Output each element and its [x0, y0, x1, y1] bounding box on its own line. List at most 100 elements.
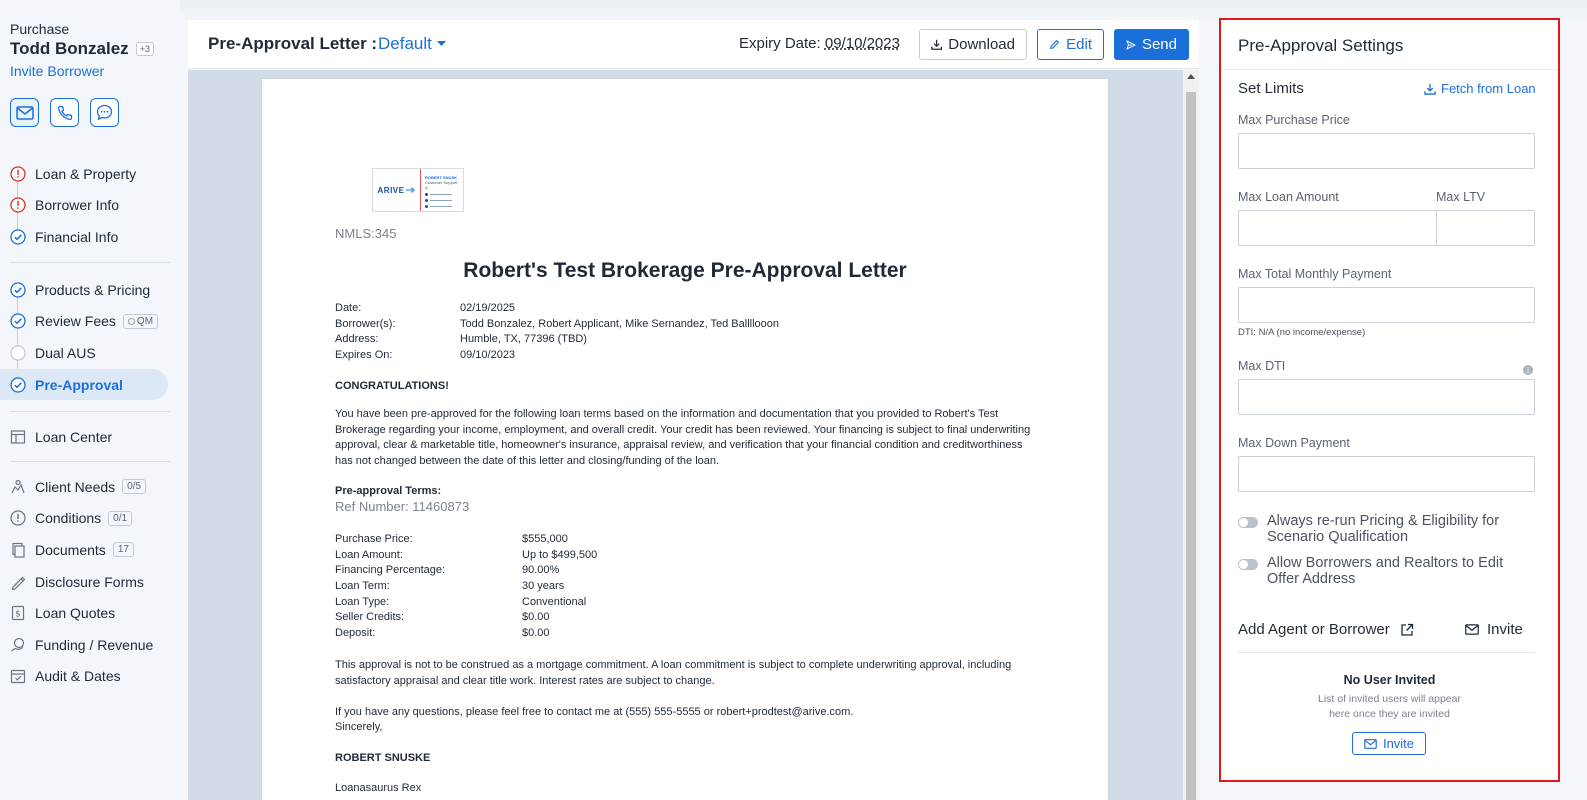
info-key: Date:: [335, 302, 362, 314]
max-purchase-price-input[interactable]: [1238, 133, 1535, 169]
info-row: Date: 02/19/2025: [335, 302, 515, 314]
nav-item-conditions[interactable]: Conditions 0/1: [0, 503, 180, 535]
chat-button[interactable]: [90, 98, 119, 127]
external-link-icon[interactable]: [1400, 623, 1414, 637]
edit-button[interactable]: Edit: [1037, 29, 1104, 60]
nav-item-disclosure-forms[interactable]: Disclosure Forms: [0, 566, 180, 598]
warning-icon: [10, 197, 26, 214]
info-row: Address: Humble, TX, 77396 (TBD): [335, 333, 587, 345]
max-ltv-input[interactable]: [1436, 210, 1535, 246]
phone-button[interactable]: [50, 98, 79, 127]
letter-scrollbar[interactable]: [1183, 70, 1199, 800]
expiry-value[interactable]: 09/10/2023: [825, 35, 900, 52]
download-icon: [1424, 83, 1436, 95]
invite-borrower-link[interactable]: Invite Borrower: [10, 63, 104, 79]
fetch-label: Fetch from Loan: [1441, 81, 1536, 96]
top-strip: [0, 0, 1587, 20]
send-button[interactable]: Send: [1114, 29, 1189, 60]
nav-item-pre-approval[interactable]: Pre-Approval: [0, 368, 168, 401]
empty-state-title: No User Invited: [1343, 673, 1436, 687]
max-total-monthly-payment-input[interactable]: [1238, 287, 1535, 323]
max-dti-input[interactable]: [1238, 379, 1535, 415]
info-key: Expires On:: [335, 349, 393, 361]
nav-item-funding-revenue[interactable]: Funding / Revenue: [0, 629, 180, 661]
nav-item-client-needs[interactable]: Client Needs 0/5: [0, 471, 180, 503]
nav-item-loan-quotes[interactable]: $ Loan Quotes: [0, 597, 180, 629]
panel-header: Pre-Approval Settings: [1221, 20, 1558, 70]
max-dti-label: Max DTI: [1238, 359, 1286, 373]
term-row: Financing Percentage: 90.00%: [335, 564, 559, 576]
signer-name: ROBERT SNUSKE: [335, 752, 431, 764]
check-circle-icon: [10, 376, 26, 393]
sidebar: Purchase Todd Bonzalez +3 Invite Borrowe…: [0, 0, 180, 800]
count-badge: 0/5: [122, 479, 147, 495]
scroll-thumb[interactable]: [1186, 92, 1196, 800]
nav-divider: [10, 461, 170, 462]
max-down-payment-label: Max Down Payment: [1238, 436, 1350, 450]
max-loan-amount-label: Max Loan Amount: [1238, 190, 1339, 204]
term-row: Loan Term: 30 years: [335, 580, 564, 592]
template-select[interactable]: Default: [378, 34, 446, 54]
warning-icon: [10, 166, 26, 182]
empty-invite-button[interactable]: Invite: [1352, 732, 1426, 755]
download-icon: [931, 39, 943, 50]
nav-label: Products & Pricing: [35, 281, 151, 298]
term-row: Loan Amount: Up to $499,500: [335, 549, 597, 561]
nav-item-dual-aus[interactable]: Dual AUS: [0, 337, 180, 369]
edit-offer-address-label: Allow Borrowers and Realtors to Edit Off…: [1267, 555, 1504, 587]
info-icon[interactable]: i: [1523, 365, 1533, 375]
nav-label: Review Fees: [35, 313, 116, 330]
nav-item-documents[interactable]: Documents 17: [0, 534, 180, 566]
nav-item-review-fees[interactable]: Review Fees QM: [0, 306, 180, 338]
chat-icon: [96, 104, 113, 121]
send-icon: [1126, 39, 1136, 50]
letter-title: Robert's Test Brokerage Pre-Approval Let…: [463, 259, 907, 282]
email-button[interactable]: [10, 98, 39, 127]
contact-buttons: [10, 98, 119, 127]
borrower-name-text: Todd Bonzalez: [10, 39, 129, 58]
invite-agent-button[interactable]: Invite: [1465, 621, 1523, 638]
set-limits-heading: Set Limits: [1238, 80, 1304, 97]
letter-preview: ARIVE ROBERT SNUSK Customer Support A NM…: [188, 70, 1183, 800]
phone-icon: [57, 105, 72, 120]
nav-item-loan-property[interactable]: Loan & Property: [0, 158, 180, 190]
extra-borrowers-badge[interactable]: +3: [135, 42, 154, 56]
download-button[interactable]: Download: [919, 29, 1027, 60]
count-badge: 17: [112, 542, 134, 558]
borrower-name: Todd Bonzalez +3: [10, 39, 154, 59]
nav-label: Dual AUS: [35, 344, 96, 361]
page-title: Pre-Approval Letter :: [208, 34, 378, 53]
nav-label: Financial Info: [35, 228, 119, 245]
nav-item-financial-info[interactable]: Financial Info: [0, 221, 180, 253]
dot-icon: [425, 205, 428, 208]
rerun-pricing-label: Always re-run Pricing & Eligibility for …: [1267, 513, 1500, 545]
term-key: Loan Term:: [335, 580, 390, 592]
max-loan-amount-input[interactable]: [1238, 210, 1437, 246]
nav-divider: [10, 411, 170, 412]
loan-center-icon: [10, 429, 26, 445]
edit-label: Edit: [1066, 36, 1092, 53]
fetch-from-loan-button[interactable]: Fetch from Loan: [1424, 81, 1536, 96]
nav-item-audit-dates[interactable]: Audit & Dates: [0, 661, 180, 693]
download-label: Download: [948, 36, 1015, 53]
rerun-pricing-toggle[interactable]: [1238, 517, 1258, 528]
expiry-date: Expiry Date: 09/10/2023: [739, 35, 900, 52]
nav-item-borrower-info[interactable]: Borrower Info: [0, 190, 180, 222]
panel-title: Pre-Approval Settings: [1238, 36, 1404, 55]
max-purchase-price-label: Max Purchase Price: [1238, 113, 1350, 127]
nav-item-products-pricing[interactable]: Products & Pricing: [0, 274, 180, 306]
letter-body-disclaimer: This approval is not to be construed as …: [335, 659, 1012, 687]
card-contact-line: [430, 206, 452, 207]
edit-offer-address-toggle-row: Allow Borrowers and Realtors to Edit Off…: [1238, 555, 1538, 587]
max-down-payment-input[interactable]: [1238, 456, 1535, 492]
term-key: Loan Type:: [335, 596, 390, 608]
edit-offer-address-toggle[interactable]: [1238, 559, 1258, 570]
signer-title: Loanasaurus Rex: [335, 782, 422, 794]
nav-item-loan-center[interactable]: Loan Center: [0, 421, 180, 453]
empty-circle-icon: [10, 345, 26, 361]
dot-icon: [425, 199, 428, 202]
scroll-up-arrow-icon[interactable]: [1187, 74, 1195, 79]
info-key: Borrower(s):: [335, 318, 396, 330]
card-details: ROBERT SNUSK Customer Support A: [425, 175, 461, 208]
empty-desc-line: List of invited users will appear: [1318, 693, 1461, 705]
